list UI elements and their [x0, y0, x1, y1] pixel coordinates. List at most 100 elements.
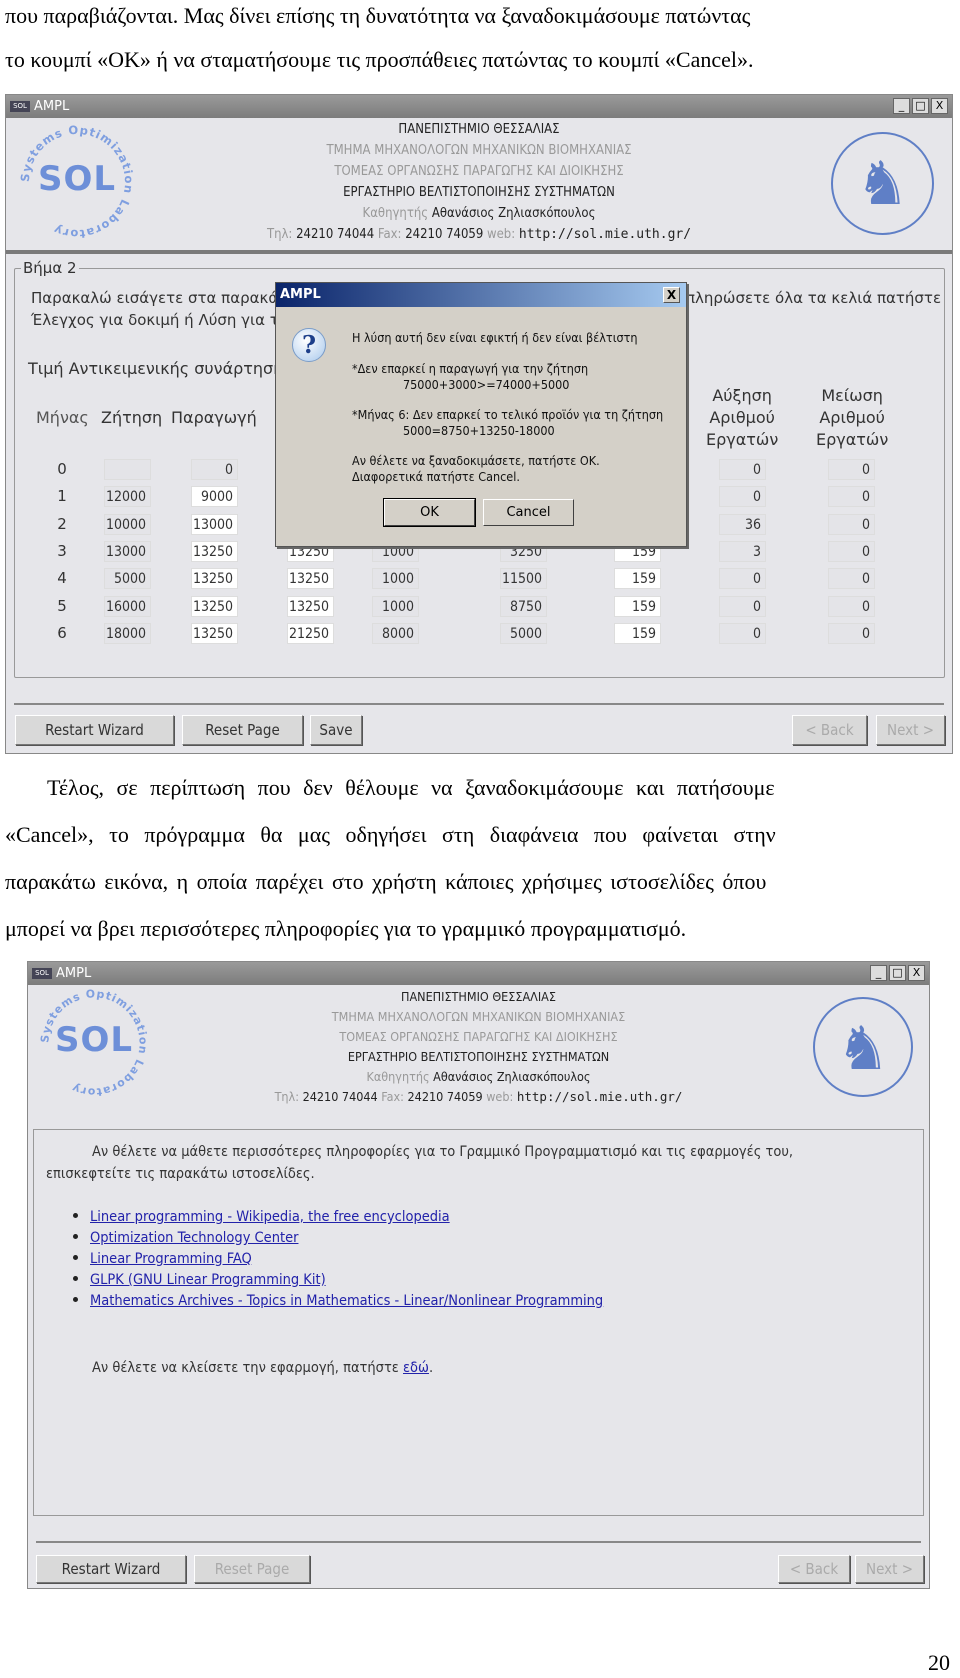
- save-button[interactable]: Save: [310, 715, 362, 745]
- page-number: 20: [928, 1650, 950, 1675]
- university-name: ΠΑΝΕΠΙΣΤΗΜΙΟ ΘΕΣΣΑΛΙΑΣ: [401, 989, 556, 1004]
- table-cell[interactable]: 159: [614, 595, 661, 617]
- table-cell[interactable]: 0: [719, 486, 766, 508]
- table-cell[interactable]: 13250: [287, 568, 334, 590]
- dialog-message: 75000+3000>=74000+5000: [403, 377, 570, 392]
- cancel-button[interactable]: Cancel: [483, 499, 574, 526]
- table-cell[interactable]: 0: [719, 568, 766, 590]
- maximize-button[interactable]: □: [889, 965, 906, 981]
- link-optimization-technology-center[interactable]: Optimization Technology Center: [90, 1230, 298, 1246]
- table-cell[interactable]: 5000: [104, 568, 151, 590]
- table-cell[interactable]: 0: [828, 459, 875, 480]
- table-cell[interactable]: 0: [828, 568, 875, 590]
- divider: [36, 1541, 921, 1543]
- table-cell[interactable]: 13000: [104, 540, 151, 562]
- close-button[interactable]: X: [931, 98, 948, 114]
- maximize-button[interactable]: □: [912, 98, 929, 114]
- table-cell[interactable]: 11500: [500, 568, 547, 590]
- link-wikipedia-lp[interactable]: Linear programming - Wikipedia, the free…: [90, 1209, 450, 1225]
- link-glpk[interactable]: GLPK (GNU Linear Programming Kit): [90, 1272, 326, 1288]
- close-button[interactable]: X: [908, 965, 925, 981]
- table-cell[interactable]: 13250: [287, 595, 334, 617]
- link-math-archives[interactable]: Mathematics Archives - Topics in Mathema…: [90, 1293, 603, 1309]
- table-cell[interactable]: 0: [828, 540, 875, 562]
- group-label: Βήμα 2: [21, 259, 79, 277]
- table-cell[interactable]: 0: [719, 595, 766, 617]
- table-cell[interactable]: 0: [828, 486, 875, 508]
- links-intro: Αν θέλετε να μάθετε περισσότερες πληροφο…: [92, 1144, 794, 1160]
- division-name: ΤΟΜΕΑΣ ΟΡΓΑΝΩΣΗΣ ΠΑΡΑΓΩΓΗΣ ΚΑΙ ΔΙΟΙΚΗΣΗΣ: [334, 164, 624, 179]
- reset-page-button[interactable]: Reset Page: [182, 715, 303, 745]
- back-button[interactable]: < Back: [778, 1555, 850, 1583]
- objective-label: Τιμή Αντικειμενικής συνάρτηση: [28, 359, 284, 378]
- university-name: ΠΑΝΕΠΙΣΤΗΜΙΟ ΘΕΣΣΑΛΙΑΣ: [398, 122, 560, 137]
- doc-text: «Cancel», το πρόγραμμα θα μας οδηγήσει σ…: [5, 822, 776, 847]
- link-lp-faq[interactable]: Linear Programming FAQ: [90, 1251, 252, 1267]
- table-cell[interactable]: [104, 459, 151, 480]
- table-cell[interactable]: 0: [828, 595, 875, 617]
- month-number: 6: [57, 623, 67, 642]
- lab-name: ΕΡΓΑΣΤΗΡΙΟ ΒΕΛΤΙΣΤΟΠΟΙΗΣΗΣ ΣΥΣΤΗΜΑΤΩΝ: [347, 1049, 610, 1064]
- restart-wizard-button[interactable]: Restart Wizard: [15, 715, 174, 745]
- doc-text: μπορεί να βρει περισσότερες πληροφορίες …: [5, 916, 687, 941]
- table-cell[interactable]: 16000: [104, 595, 151, 617]
- table-cell[interactable]: 21250: [287, 622, 334, 644]
- list-item: Optimization Technology Center: [90, 1226, 603, 1247]
- table-cell[interactable]: 8750: [500, 595, 547, 617]
- table-cell[interactable]: 13000: [191, 513, 238, 535]
- next-button[interactable]: Next >: [855, 1555, 924, 1583]
- header-production: Παραγωγή: [171, 408, 257, 427]
- table-cell[interactable]: 159: [614, 622, 661, 644]
- restart-wizard-button[interactable]: Restart Wizard: [36, 1555, 186, 1583]
- division-name: ΤΟΜΕΑΣ ΟΡΓΑΝΩΣΗΣ ΠΑΡΑΓΩΓΗΣ ΚΑΙ ΔΙΟΙΚΗΣΗΣ: [339, 1029, 618, 1044]
- table-cell[interactable]: 13250: [191, 540, 238, 562]
- table-cell[interactable]: 36: [719, 513, 766, 535]
- month-number: 1: [57, 487, 67, 506]
- minimize-button[interactable]: _: [893, 98, 910, 114]
- divider: [14, 703, 944, 705]
- minimize-button[interactable]: _: [870, 965, 887, 981]
- back-button[interactable]: < Back: [792, 715, 867, 745]
- month-number: 0: [57, 460, 67, 478]
- title-bar[interactable]: SOL AMPL _ □ X: [28, 962, 929, 985]
- table-cell[interactable]: 13250: [191, 595, 238, 617]
- table-cell[interactable]: 18000: [104, 622, 151, 644]
- list-item: Linear programming - Wikipedia, the free…: [90, 1205, 603, 1226]
- contact-line: Τηλ: 24210 74044 Fax: 24210 74059 web: h…: [266, 227, 692, 242]
- table-cell[interactable]: 8000: [372, 622, 419, 644]
- dialog-close-button[interactable]: X: [663, 287, 680, 303]
- links-intro: επισκεφτείτε τις παρακάτω ιστοσελίδες.: [46, 1166, 315, 1182]
- reset-page-button[interactable]: Reset Page: [194, 1555, 310, 1583]
- table-cell[interactable]: 1000: [372, 595, 419, 617]
- close-app-link[interactable]: εδώ: [403, 1360, 429, 1376]
- table-cell[interactable]: 0: [719, 622, 766, 644]
- table-cell[interactable]: 0: [828, 622, 875, 644]
- infeasible-solution-dialog: AMPL X ? Η λύση αυτή δεν είναι εφικτή ή …: [275, 282, 687, 547]
- table-cell[interactable]: 0: [719, 459, 766, 480]
- window-title: AMPL: [56, 966, 92, 981]
- department-name: ΤΜΗΜΑ ΜΗΧΑΝΟΛΟΓΩΝ ΜΗΧΑΝΙΚΩΝ ΒΙΟΜΗΧΑΝΙΑΣ: [326, 143, 632, 158]
- table-cell[interactable]: 159: [614, 568, 661, 590]
- sol-logo: Systems Optimization Laboratory SOL: [18, 123, 136, 241]
- ok-button[interactable]: OK: [383, 498, 476, 527]
- header-demand: Ζήτηση: [101, 408, 163, 427]
- table-cell[interactable]: 0: [828, 513, 875, 535]
- table-cell[interactable]: 0: [191, 459, 238, 480]
- next-button[interactable]: Next >: [876, 715, 945, 745]
- table-cell[interactable]: 12000: [104, 486, 151, 508]
- table-cell[interactable]: 13250: [191, 622, 238, 644]
- title-bar[interactable]: SOL AMPL _ □ X: [6, 95, 952, 118]
- table-cell[interactable]: 1000: [372, 568, 419, 590]
- dialog-message: 5000=8750+13250-18000: [403, 423, 555, 438]
- table-cell[interactable]: 5000: [500, 622, 547, 644]
- table-cell[interactable]: 13250: [191, 568, 238, 590]
- app-icon: SOL: [32, 968, 52, 979]
- professor-line: Καθηγητής Αθανάσιος Ζηλιασκόπουλος: [362, 206, 596, 221]
- table-cell[interactable]: 3: [719, 540, 766, 562]
- contact-line: Τηλ: 24210 74044 Fax: 24210 74059 web: h…: [274, 1089, 683, 1104]
- table-cell[interactable]: 10000: [104, 513, 151, 535]
- header-banner: Systems Optimization Laboratory SOL ♞ ΠΑ…: [28, 985, 929, 1110]
- dialog-message: *Μήνας 6: Δεν επαρκεί το τελικό προϊόν γ…: [352, 407, 664, 422]
- table-cell[interactable]: 9000: [191, 486, 238, 508]
- list-item: GLPK (GNU Linear Programming Kit): [90, 1268, 603, 1289]
